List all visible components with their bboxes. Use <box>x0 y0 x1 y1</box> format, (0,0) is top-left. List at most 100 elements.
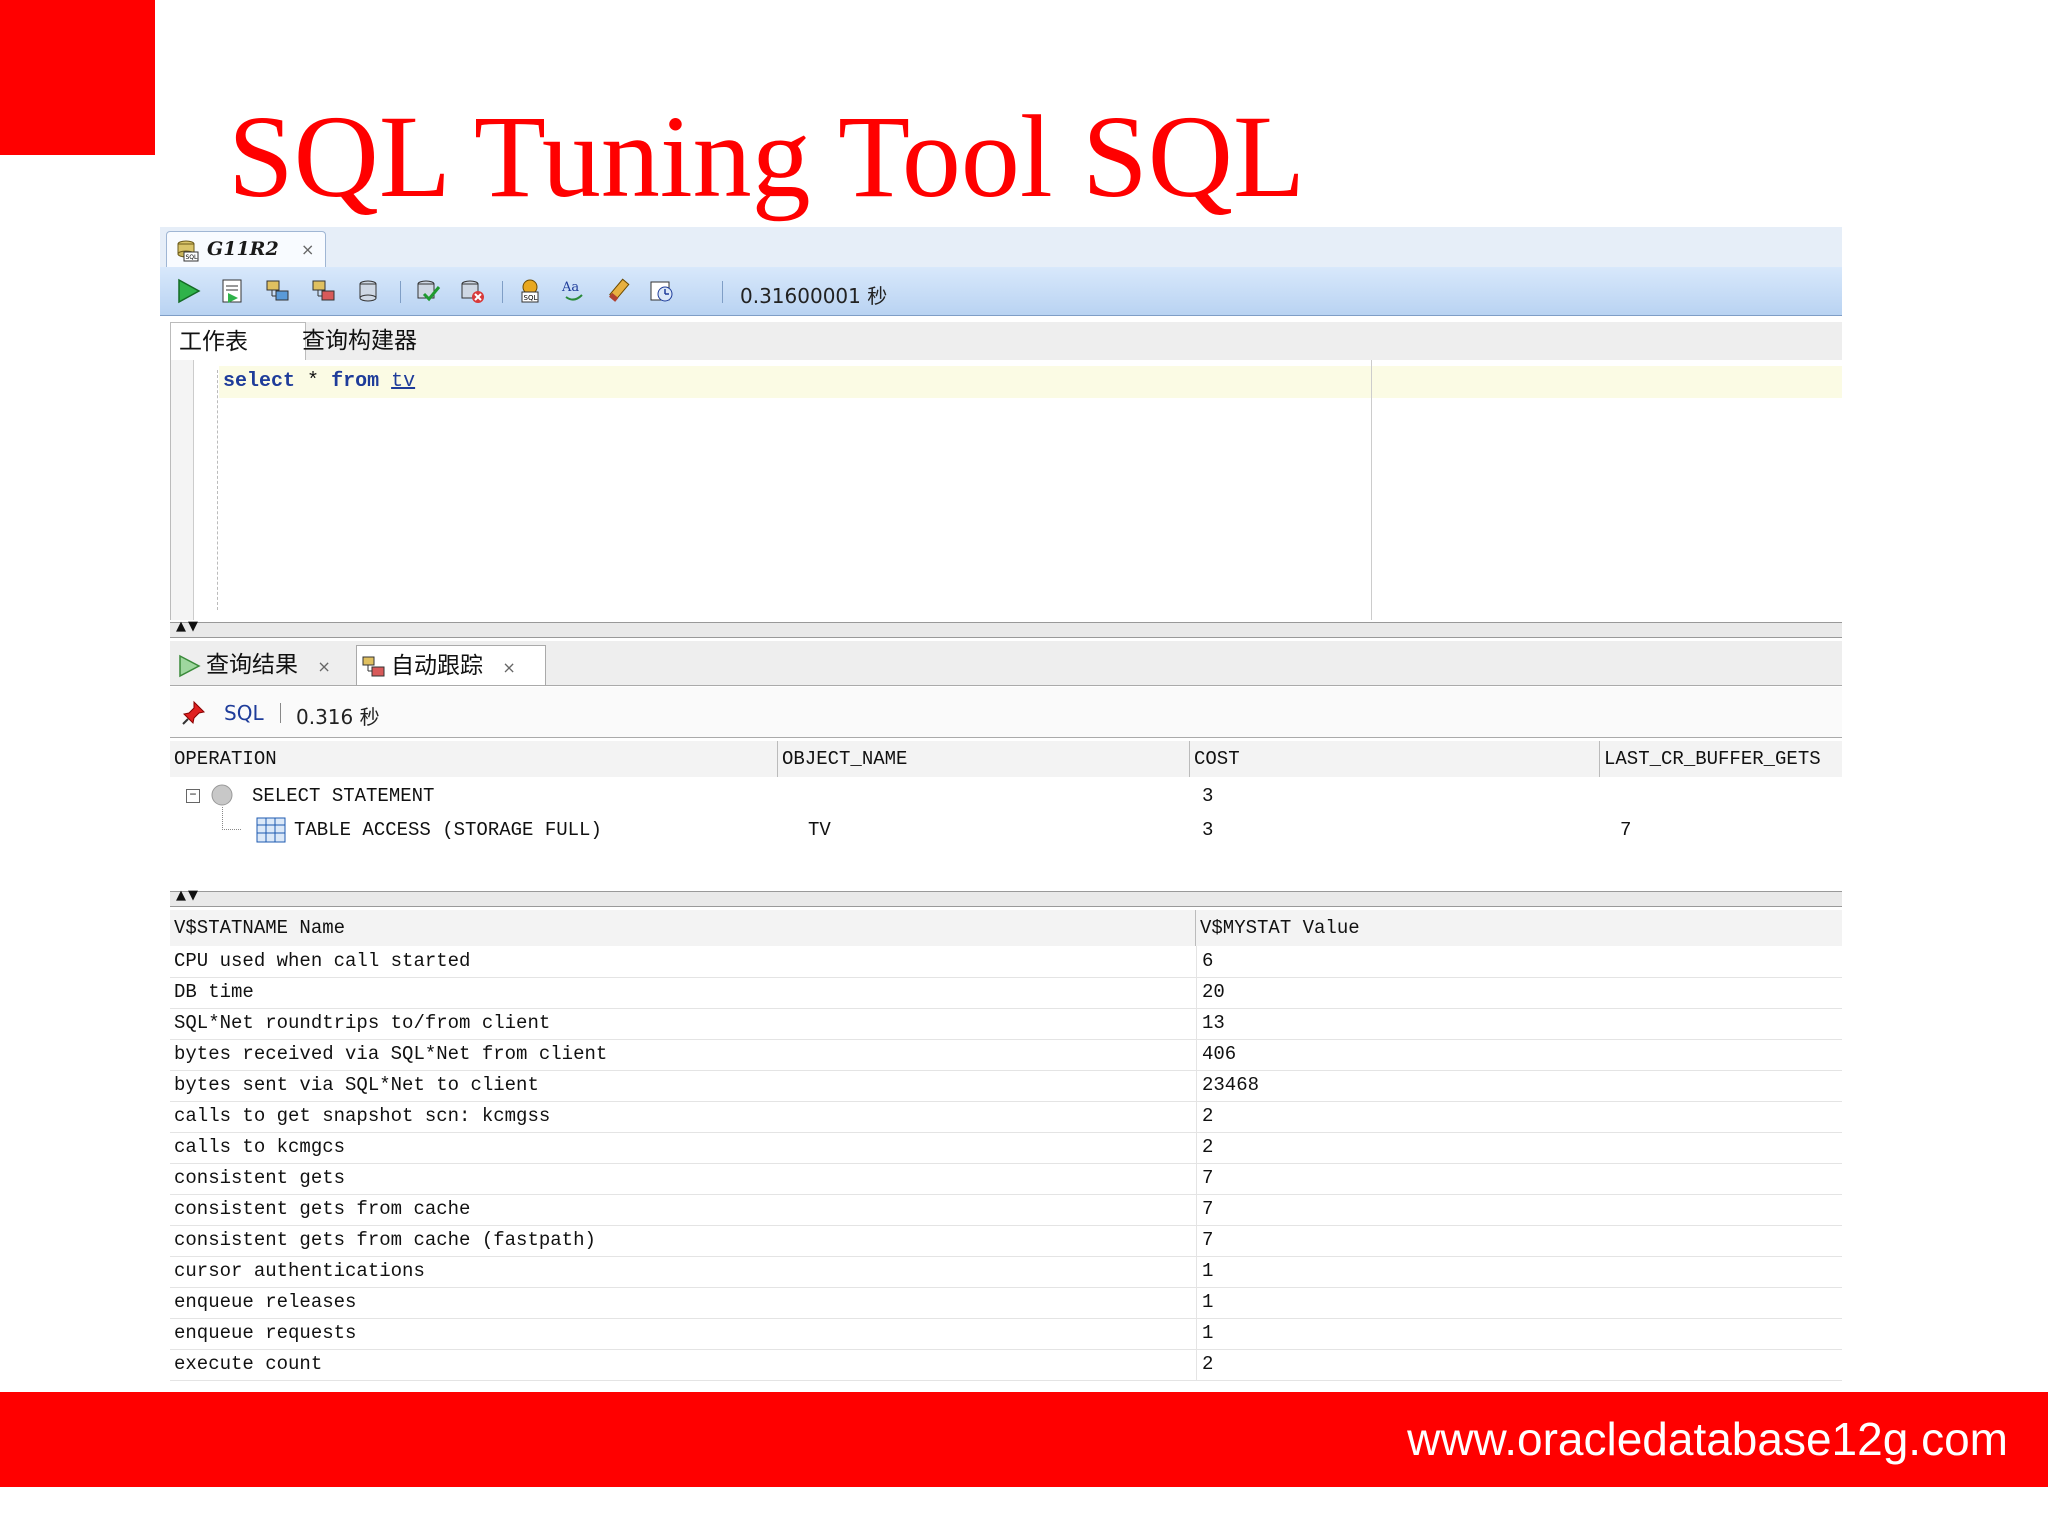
stat-name: consistent gets from cache (fastpath) <box>174 1229 596 1251</box>
table-row[interactable]: − SELECT STATEMENT 3 <box>170 779 1842 813</box>
commit-icon[interactable] <box>356 277 384 305</box>
close-icon[interactable]: × <box>317 657 330 676</box>
right-margin-line <box>1371 360 1372 620</box>
run-script-icon[interactable] <box>218 277 246 305</box>
toolbar-separator <box>722 281 723 303</box>
format-icon[interactable]: Aa <box>560 277 588 305</box>
table-row[interactable]: bytes received via SQL*Net from client 40… <box>170 1039 1842 1071</box>
table-row[interactable]: calls to get snapshot scn: kcmgss 2 <box>170 1101 1842 1133</box>
stat-name: enqueue requests <box>174 1322 357 1344</box>
table-row[interactable]: SQL*Net roundtrips to/from client 13 <box>170 1008 1842 1040</box>
svg-text:Aa: Aa <box>561 280 579 295</box>
stat-value: 6 <box>1202 950 1214 972</box>
sql-tuning-advisor-icon[interactable]: SQL <box>516 277 544 305</box>
column-divider <box>1196 977 1197 1008</box>
column-divider <box>1196 1287 1197 1318</box>
column-divider <box>1196 1225 1197 1256</box>
stat-value: 7 <box>1202 1198 1214 1220</box>
sql-table-name[interactable]: tv <box>391 370 415 393</box>
plan-operation: TABLE ACCESS (STORAGE FULL) <box>294 819 602 841</box>
table-row[interactable]: consistent gets 7 <box>170 1163 1842 1195</box>
table-row[interactable]: consistent gets from cache (fastpath) 7 <box>170 1225 1842 1257</box>
close-icon[interactable]: × <box>502 658 515 677</box>
plan-table-body: − SELECT STATEMENT 3 TABLE ACCESS (STORA… <box>170 777 1842 889</box>
column-divider <box>1196 1101 1197 1132</box>
column-divider <box>1196 1256 1197 1287</box>
stat-value: 1 <box>1202 1260 1214 1282</box>
tree-connector <box>222 807 241 830</box>
stats-table-header: V$STATNAME Name V$MYSTAT Value <box>170 910 1842 947</box>
column-divider <box>1196 1132 1197 1163</box>
rollback-icon[interactable] <box>458 277 486 305</box>
table-row[interactable]: DB time 20 <box>170 977 1842 1009</box>
worksheet-toolbar: SQL Aa 0.31600001 秒 <box>160 267 1842 316</box>
connection-tabstrip: SQL G11R2 × <box>160 227 1842 268</box>
table-row[interactable]: enqueue releases 1 <box>170 1287 1842 1319</box>
stat-name: bytes sent via SQL*Net to client <box>174 1074 539 1096</box>
sql-statement[interactable]: select * from tv <box>223 370 415 393</box>
table-row[interactable]: CPU used when call started 6 <box>170 946 1842 978</box>
column-divider <box>1196 1070 1197 1101</box>
footer-bar: www.oracledatabase12g.com <box>0 1392 2048 1487</box>
column-header-operation[interactable]: OPERATION <box>170 741 778 777</box>
table-row[interactable]: TABLE ACCESS (STORAGE FULL) TV 3 7 <box>170 807 1842 847</box>
column-header-mystat-value[interactable]: V$MYSTAT Value <box>1196 910 1842 946</box>
database-sql-icon: SQL <box>177 240 199 262</box>
stat-value: 7 <box>1202 1229 1214 1251</box>
run-statement-icon[interactable] <box>174 277 202 305</box>
stat-name: execute count <box>174 1353 323 1375</box>
pin-icon[interactable] <box>180 699 208 727</box>
column-divider <box>1196 1349 1197 1380</box>
tab-query-result-label: 查询结果 <box>206 652 298 678</box>
plan-stats-splitter[interactable]: ▲▼ <box>170 888 1842 907</box>
corner-red-square <box>0 0 155 155</box>
table-row[interactable]: calls to kcmgcs 2 <box>170 1132 1842 1164</box>
stat-value: 20 <box>1202 981 1225 1003</box>
connection-tab[interactable]: SQL G11R2 × <box>166 231 326 267</box>
autotrace-icon <box>362 656 385 676</box>
plan-table-header: OPERATION OBJECT_NAME COST LAST_CR_BUFFE… <box>170 741 1842 778</box>
stat-value: 406 <box>1202 1043 1237 1065</box>
autotrace-icon[interactable] <box>310 277 338 305</box>
stat-name: DB time <box>174 981 254 1003</box>
sql-editor[interactable]: select * from tv <box>170 360 1842 620</box>
stat-name: calls to get snapshot scn: kcmgss <box>174 1105 551 1127</box>
collapse-arrows-icon[interactable]: ▲▼ <box>176 619 200 634</box>
tab-autotrace[interactable]: 自动跟踪 × <box>356 645 546 685</box>
tab-worksheet[interactable]: 工作表 <box>170 322 306 361</box>
close-icon[interactable]: × <box>301 240 314 259</box>
footer-url: www.oracledatabase12g.com <box>1407 1413 2008 1465</box>
column-header-last-cr-buffer-gets[interactable]: LAST_CR_BUFFER_GETS <box>1600 741 1842 777</box>
stat-name: bytes received via SQL*Net from client <box>174 1043 608 1065</box>
stat-name: SQL*Net roundtrips to/from client <box>174 1012 551 1034</box>
sql-link[interactable]: SQL <box>224 701 264 725</box>
column-header-cost[interactable]: COST <box>1190 741 1600 777</box>
column-divider <box>1196 946 1197 977</box>
table-row[interactable]: execute count 2 <box>170 1349 1842 1381</box>
clear-icon[interactable] <box>604 277 632 305</box>
editor-results-splitter[interactable]: ▲▼ <box>170 619 1842 638</box>
tab-query-builder[interactable]: 查询构建器 <box>294 322 425 360</box>
collapse-arrows-icon[interactable]: ▲▼ <box>176 888 200 903</box>
history-icon[interactable] <box>648 277 676 305</box>
sql-keyword-select: select <box>223 370 296 393</box>
stat-name: consistent gets from cache <box>174 1198 471 1220</box>
stat-value: 23468 <box>1202 1074 1260 1096</box>
toolbar-separator <box>502 281 503 303</box>
explain-plan-icon[interactable] <box>264 277 292 305</box>
column-header-statname[interactable]: V$STATNAME Name <box>170 910 1196 946</box>
table-row[interactable]: enqueue requests 1 <box>170 1318 1842 1350</box>
table-row[interactable]: cursor authentications 1 <box>170 1256 1842 1288</box>
statement-node-icon <box>211 784 233 806</box>
stat-value: 1 <box>1202 1322 1214 1344</box>
stat-value: 2 <box>1202 1353 1214 1375</box>
svg-text:SQL: SQL <box>186 254 199 261</box>
table-row[interactable]: consistent gets from cache 7 <box>170 1194 1842 1226</box>
sql-developer-window: SQL G11R2 × SQL Aa 0.31600001 秒 工作表 查询构建… <box>160 227 1842 1387</box>
commit-check-icon[interactable] <box>414 277 442 305</box>
fold-guide <box>217 370 218 610</box>
table-row[interactable]: bytes sent via SQL*Net to client 23468 <box>170 1070 1842 1102</box>
column-header-object-name[interactable]: OBJECT_NAME <box>778 741 1190 777</box>
tab-query-result[interactable]: 查询结果 × <box>176 645 356 685</box>
collapse-node-icon[interactable]: − <box>186 789 200 803</box>
